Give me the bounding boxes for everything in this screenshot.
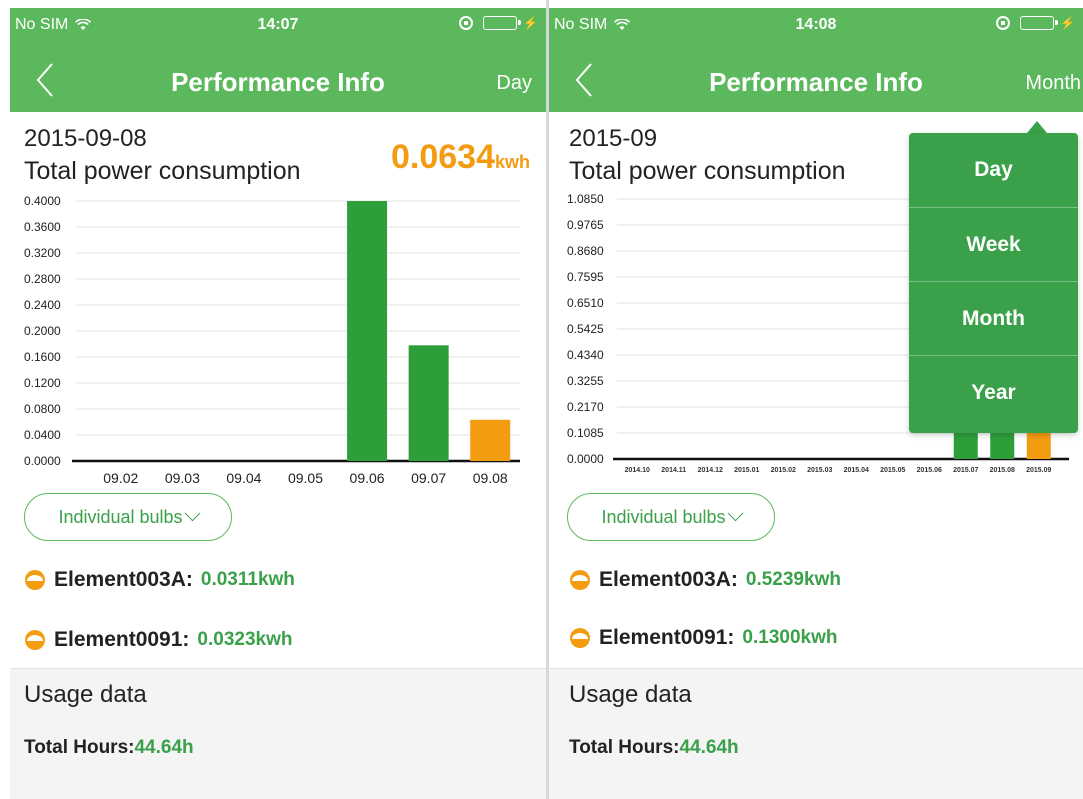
period-selector-button[interactable]: Day (496, 72, 532, 95)
y-tick-label: 0.6510 (567, 296, 604, 310)
total-consumption-value: 0.0634kwh (390, 138, 530, 176)
y-tick-label: 0.2170 (567, 400, 604, 414)
x-tick-label: 09.07 (411, 470, 446, 486)
charging-icon: ⚡ (1060, 16, 1075, 30)
bulb-icon (570, 628, 590, 648)
y-tick-label: 0.1600 (24, 350, 61, 364)
rotation-lock-icon (459, 16, 474, 30)
y-tick-label: 0.9765 (567, 218, 604, 232)
status-bar: No SIM 14:07 ⚡ (10, 8, 546, 40)
bulb-icon (570, 570, 590, 590)
element-row: Element0091: 0.1300kwh (569, 626, 837, 650)
chevron-down-icon (727, 505, 743, 522)
chart-bar[interactable] (408, 345, 449, 461)
chart-bar[interactable] (470, 419, 511, 461)
x-tick-label: 2014.10 (625, 467, 650, 474)
top-bar: No SIM 14:08 ⚡ Performance Info Month (549, 8, 1083, 112)
total-hours: Total Hours:44.64h (569, 737, 739, 758)
y-tick-label: 0.0000 (24, 454, 61, 468)
y-tick-label: 0.4000 (24, 194, 61, 208)
bulb-icon (25, 630, 45, 650)
y-tick-label: 0.5425 (567, 322, 604, 336)
y-tick-label: 0.0000 (567, 452, 604, 466)
total-consumption-label: Total power consumption (24, 157, 301, 185)
charging-icon: ⚡ (523, 16, 538, 30)
chevron-down-icon (184, 505, 200, 522)
y-tick-label: 0.3255 (567, 374, 604, 388)
x-tick-label: 2015.04 (844, 467, 869, 474)
y-tick-label: 1.0850 (567, 192, 604, 206)
rotation-lock-icon (996, 16, 1011, 30)
x-tick-label: 09.06 (350, 470, 385, 486)
menu-item-week[interactable]: Week (909, 207, 1078, 282)
x-tick-label: 2015.01 (734, 467, 759, 474)
top-bar: No SIM 14:07 ⚡ Performance Info Day (10, 8, 546, 112)
y-tick-label: 0.2400 (24, 298, 61, 312)
y-tick-label: 0.2000 (24, 324, 61, 338)
bulb-icon (25, 570, 45, 590)
y-tick-label: 0.7595 (567, 270, 604, 284)
status-bar: No SIM 14:08 ⚡ (549, 8, 1083, 40)
x-tick-label: 2015.08 (990, 467, 1015, 474)
selected-date: 2015-09 (569, 125, 658, 152)
menu-caret (1027, 121, 1047, 133)
x-tick-label: 2014.11 (661, 467, 686, 474)
page-title: Performance Info (709, 67, 923, 97)
x-tick-label: 2015.07 (953, 467, 978, 474)
page-title: Performance Info (171, 67, 385, 97)
selected-date: 2015-09-08 (24, 125, 147, 152)
element-row: Element003A: 0.0311kwh (24, 568, 295, 592)
y-tick-label: 0.2800 (24, 272, 61, 286)
total-hours: Total Hours:44.64h (24, 737, 194, 758)
battery-icon (1020, 16, 1059, 30)
usage-title: Usage data (24, 681, 147, 708)
menu-item-day[interactable]: Day (909, 133, 1078, 207)
element-row: Element0091: 0.0323kwh (24, 628, 292, 652)
chart-bar[interactable] (347, 201, 388, 461)
y-tick-label: 0.3200 (24, 246, 61, 260)
x-tick-label: 09.08 (473, 470, 508, 486)
y-tick-label: 0.1200 (24, 376, 61, 390)
y-tick-label: 0.3600 (24, 220, 61, 234)
battery-icon (483, 16, 522, 30)
x-tick-label: 09.05 (288, 470, 323, 486)
individual-bulbs-dropdown[interactable]: Individual bulbs (24, 493, 232, 541)
x-tick-label: 09.02 (103, 470, 138, 486)
screen-day: No SIM 14:07 ⚡ Performance Info Day 2015… (0, 0, 546, 799)
usage-section: Usage data Total Hours:44.64h (549, 668, 1083, 799)
x-tick-label: 2015.05 (880, 467, 905, 474)
y-tick-label: 0.4340 (567, 348, 604, 362)
total-consumption-label: Total power consumption (569, 157, 846, 185)
nav-bar: Performance Info Day (10, 52, 546, 112)
consumption-chart: 0.0000 0.0400 0.0800 0.1200 0.1600 0.2000 0.24… (24, 194, 520, 486)
nav-bar: Performance Info Month (549, 52, 1083, 112)
x-tick-label: 2014.12 (698, 467, 723, 474)
x-tick-label: 09.04 (226, 470, 261, 486)
y-tick-label: 0.8680 (567, 244, 604, 258)
x-tick-label: 2015.03 (807, 467, 832, 474)
individual-bulbs-dropdown[interactable]: Individual bulbs (567, 493, 775, 541)
menu-item-year[interactable]: Year (909, 355, 1078, 430)
x-tick-label: 09.03 (165, 470, 200, 486)
x-tick-label: 2015.02 (771, 467, 796, 474)
y-tick-label: 0.1085 (567, 426, 604, 440)
y-tick-label: 0.0800 (24, 402, 61, 416)
x-tick-label: 2015.09 (1026, 467, 1051, 474)
period-selector-button[interactable]: Month (1025, 72, 1081, 95)
usage-title: Usage data (569, 681, 692, 708)
period-menu: Day Week Month Year (909, 133, 1078, 433)
y-tick-label: 0.0400 (24, 428, 61, 442)
x-tick-label: 2015.06 (917, 467, 942, 474)
usage-section: Usage data Total Hours:44.64h (10, 668, 546, 799)
menu-item-month[interactable]: Month (909, 281, 1078, 356)
screen-month: No SIM 14:08 ⚡ Performance Info Month 20… (549, 0, 1083, 799)
chart-bar[interactable] (1026, 432, 1051, 459)
element-row: Element003A: 0.5239kwh (569, 568, 841, 592)
